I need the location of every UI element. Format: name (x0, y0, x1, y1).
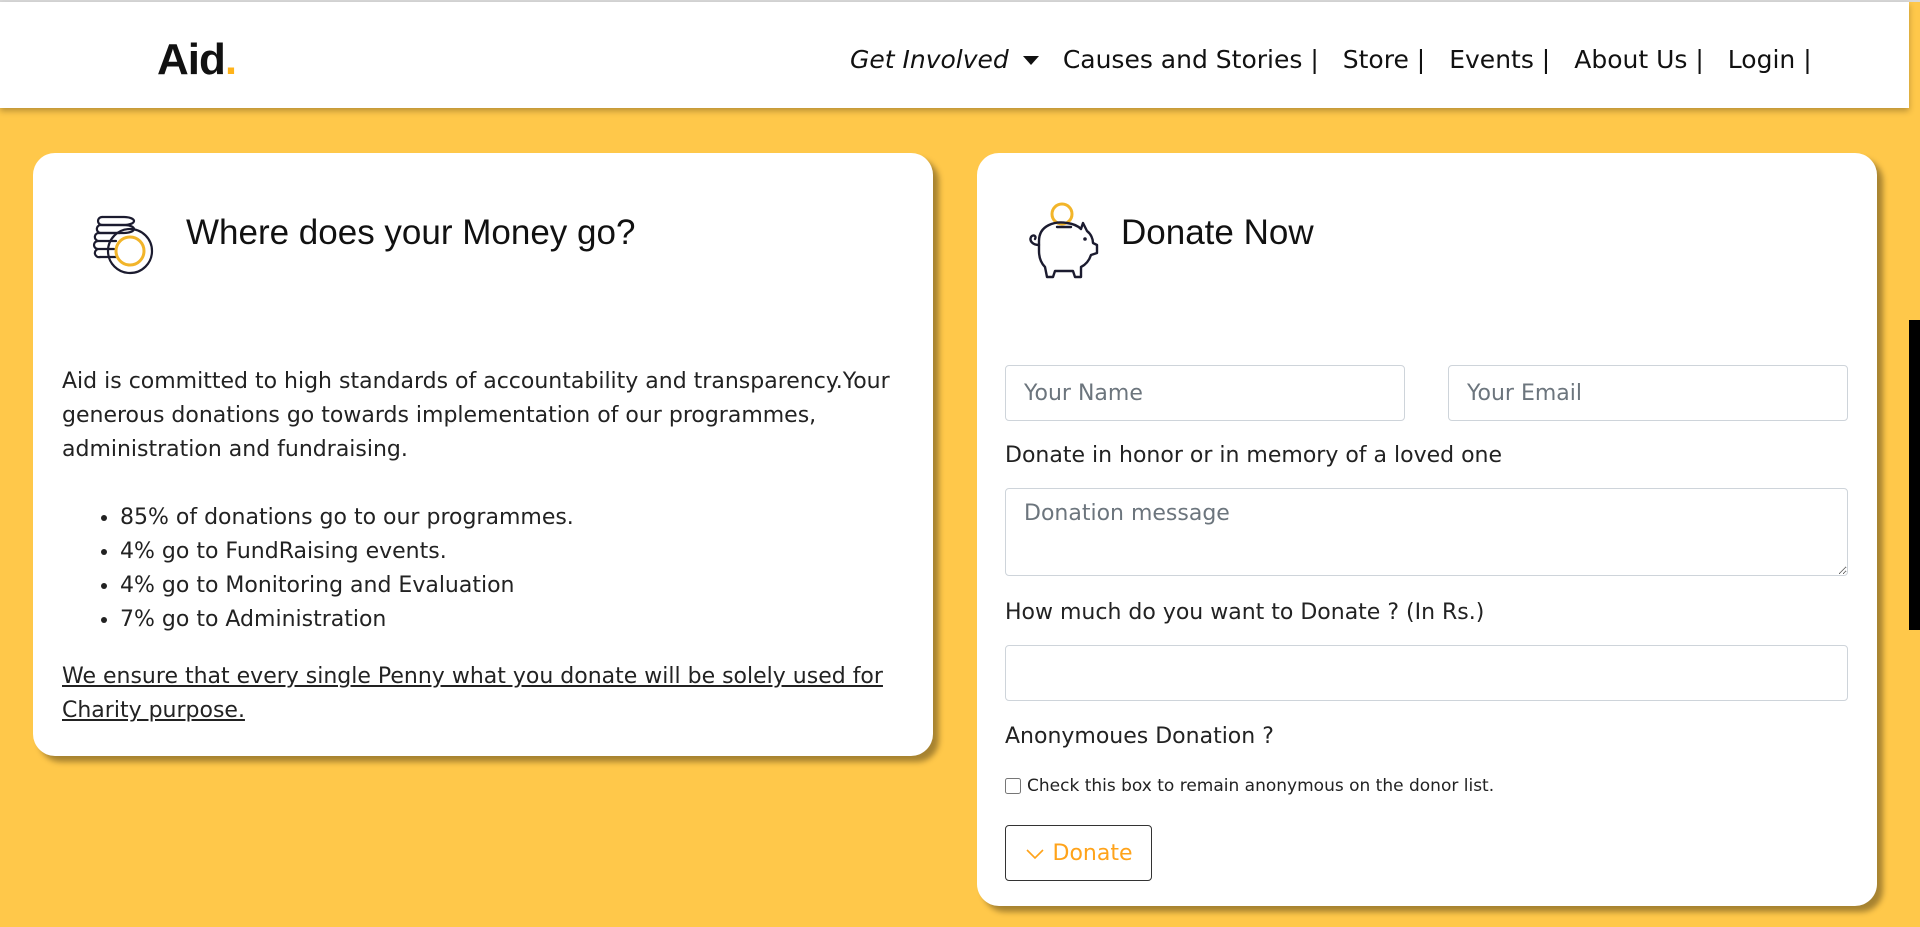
main-nav: Get Involved Causes and Stories | Store … (850, 40, 1836, 80)
donation-message-field[interactable] (1005, 488, 1848, 576)
brand-name: Aid (157, 35, 226, 84)
donate-button-label: Donate (1052, 840, 1133, 866)
nav-get-involved-label: Get Involved (850, 45, 1009, 74)
money-card: Where does your Money go? Aid is committ… (33, 153, 933, 756)
piggy-bank-icon (1029, 202, 1099, 279)
list-item: 4% go to Monitoring and Evaluation (120, 569, 574, 603)
nav-about-us[interactable]: About Us | (1574, 40, 1704, 80)
scrollbar-thumb[interactable] (1909, 320, 1920, 630)
nav-events[interactable]: Events | (1449, 40, 1550, 80)
anonymous-checkbox-label: Check this box to remain anonymous on th… (1027, 776, 1495, 796)
money-card-intro: Aid is committed to high standards of ac… (62, 369, 890, 462)
brand-logo[interactable]: Aid. (157, 34, 237, 86)
charity-pledge-text: We ensure that every single Penny what y… (62, 664, 883, 723)
name-field[interactable] (1005, 365, 1405, 421)
donate-button[interactable]: Donate (1005, 825, 1152, 881)
nav-get-involved[interactable]: Get Involved (850, 40, 1039, 80)
list-item: 7% go to Administration (120, 603, 574, 637)
caret-down-icon (1022, 55, 1039, 65)
email-field[interactable] (1448, 365, 1848, 421)
anonymous-option[interactable]: Check this box to remain anonymous on th… (1005, 776, 1494, 796)
amount-field[interactable] (1005, 645, 1848, 701)
money-card-title: Where does your Money go? (186, 213, 636, 252)
donate-card-title: Donate Now (1121, 213, 1314, 252)
honor-label: Donate in honor or in memory of a loved … (1005, 443, 1503, 468)
coins-icon (92, 215, 154, 275)
donate-card: Donate Now Donate in honor or in memory … (977, 153, 1877, 906)
nav-causes-stories[interactable]: Causes and Stories | (1063, 40, 1319, 80)
anonymous-label: Anonymoues Donation ? (1005, 724, 1274, 749)
brand-dot: . (224, 35, 237, 84)
amount-label: How much do you want to Donate ? (In Rs.… (1005, 600, 1485, 625)
chevron-down-icon (1025, 849, 1044, 860)
nav-login[interactable]: Login | (1728, 40, 1812, 80)
navbar: Aid. Get Involved Causes and Stories | S… (0, 2, 1909, 108)
anonymous-checkbox[interactable] (1005, 778, 1021, 794)
list-item: 85% of donations go to our programmes. (120, 501, 574, 535)
donation-breakdown-list: 85% of donations go to our programmes. 4… (62, 501, 574, 637)
nav-store[interactable]: Store | (1343, 40, 1425, 80)
list-item: 4% go to FundRaising events. (120, 535, 574, 569)
